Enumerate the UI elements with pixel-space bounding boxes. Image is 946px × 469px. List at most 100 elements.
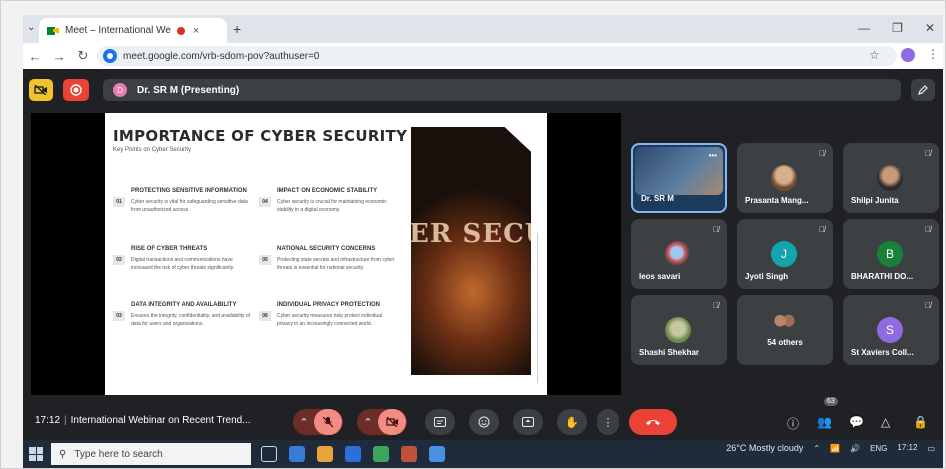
tab-close-button[interactable]: × — [193, 25, 199, 37]
slide-subtitle: Key Points on Cyber Security — [113, 147, 192, 153]
network-icon[interactable]: 📶 — [830, 444, 840, 453]
address-bar[interactable]: meet.google.com/vrb-sdom-pov?authuser=0 — [97, 46, 897, 66]
site-info-icon[interactable] — [103, 49, 117, 63]
tab-search-chevron-icon[interactable]: ⌄ — [27, 22, 35, 33]
presentation-stage: IMPORTANCE OF CYBER SECURITY Key Points … — [31, 113, 621, 395]
back-arrow-icon[interactable]: ← — [23, 49, 47, 64]
mic-off-icon: 🎙̸ — [713, 301, 719, 310]
browser-toolbar: ← → ↻ meet.google.com/vrb-sdom-pov?authu… — [23, 43, 943, 69]
point-number: 03 — [113, 311, 125, 321]
mic-off-icon — [322, 416, 334, 428]
point-title: RISE OF CYBER THREATS — [131, 246, 208, 252]
people-icon[interactable]: 👥 — [817, 415, 832, 429]
participant-name: Shashi Shekhar — [639, 348, 700, 357]
weather-text[interactable]: 26°C Mostly cloudy — [726, 443, 803, 453]
participant-tile[interactable]: 🎙̸ Shashi Shekhar — [631, 295, 727, 365]
raise-hand-button[interactable]: ✋ — [557, 409, 587, 435]
camera-off-icon — [385, 417, 398, 427]
more-vert-icon: ⋮ — [602, 416, 614, 429]
captions-button[interactable] — [425, 409, 455, 435]
mic-off-icon: 🎙̸ — [925, 225, 931, 234]
windows-taskbar: ⚲ Type here to search 26°C Mostly cloudy… — [23, 440, 943, 468]
meeting-details-icon[interactable]: ⓘ — [787, 415, 799, 432]
tab-meet[interactable]: Meet – International Webin × — [39, 18, 227, 43]
word-icon[interactable] — [429, 446, 445, 462]
participant-avatar: B — [877, 241, 903, 267]
notifications-icon[interactable]: ▭ — [927, 444, 935, 453]
chat-icon[interactable]: 💬 — [849, 415, 864, 429]
tray-up-icon[interactable]: ⌃ — [813, 444, 820, 453]
slide-point: 01 PROTECTING SENSITIVE INFORMATION Cybe… — [113, 187, 253, 214]
new-tab-button[interactable]: + — [233, 21, 241, 37]
video-options-chevron-icon[interactable]: ⌃ — [358, 416, 378, 429]
activities-icon[interactable]: △ — [881, 415, 890, 429]
host-controls-icon[interactable]: 🔒 — [913, 415, 928, 429]
store-icon[interactable] — [345, 446, 361, 462]
restore-button[interactable]: ❐ — [892, 21, 903, 35]
slide-point: 06 INDIVIDUAL PRIVACY PROTECTION Cyber s… — [259, 301, 399, 328]
browser-menu-icon[interactable]: ⋮ — [927, 47, 939, 61]
file-explorer-icon[interactable] — [317, 446, 333, 462]
more-options-button[interactable]: ⋮ — [597, 409, 619, 435]
reload-icon[interactable]: ↻ — [71, 48, 95, 64]
participant-tile[interactable]: 🎙̸ B BHARATHI DO... — [843, 219, 939, 289]
participant-tile[interactable]: 🎙̸ leos savari — [631, 219, 727, 289]
camera-off-button[interactable] — [378, 409, 406, 435]
task-view-icon[interactable] — [261, 446, 277, 462]
language-indicator[interactable]: ENG — [870, 444, 887, 453]
app-icon[interactable] — [401, 446, 417, 462]
mic-off-button[interactable] — [314, 409, 342, 435]
chrome-icon[interactable] — [373, 446, 389, 462]
point-title: IMPACT ON ECONOMIC STABILITY — [277, 188, 378, 194]
participant-count-badge: 63 — [824, 397, 838, 406]
windows-start-icon[interactable] — [29, 447, 43, 461]
participant-avatar: J — [771, 241, 797, 267]
camera-control: ⌃ — [357, 409, 407, 435]
url-text[interactable]: meet.google.com/vrb-sdom-pov?authuser=0 — [123, 51, 320, 62]
forward-arrow-icon[interactable]: → — [47, 49, 71, 64]
point-number: 04 — [259, 197, 271, 207]
reactions-button[interactable] — [469, 409, 499, 435]
camera-off-indicator[interactable] — [29, 79, 53, 101]
system-tray: 26°C Mostly cloudy ⌃ 📶 🔊 ENG 17:12 ▭ — [726, 443, 935, 453]
participant-avatar — [771, 165, 797, 191]
close-window-button[interactable]: ✕ — [925, 21, 935, 35]
point-number: 01 — [113, 197, 125, 207]
participant-name: Jyoti Singh — [745, 272, 789, 281]
point-description: Ensures the integrity, confidentiality, … — [131, 313, 251, 327]
participant-tile[interactable]: 🎙̸ Shilpi Junita — [843, 143, 939, 213]
taskbar-clock[interactable]: 17:12 — [897, 443, 917, 453]
recording-button[interactable] — [63, 79, 89, 101]
google-meet-icon — [47, 26, 59, 36]
profile-avatar[interactable] — [901, 48, 915, 62]
end-call-icon — [646, 420, 660, 425]
participant-tile[interactable]: 🎙̸ Prasanta Mang... — [737, 143, 833, 213]
participant-tile[interactable]: 🎙̸ S St Xaviers Coll... — [843, 295, 939, 365]
slide-title: IMPORTANCE OF CYBER SECURITY — [113, 127, 408, 145]
point-description: Cyber security measures help protect ind… — [277, 313, 383, 327]
participant-tile[interactable]: 🎙̸ J Jyoti Singh — [737, 219, 833, 289]
recording-indicator-icon — [177, 26, 185, 35]
meet-top-bar: D Dr. SR M (Presenting) — [23, 77, 943, 103]
annotate-button[interactable] — [911, 79, 935, 101]
bookmark-star-icon[interactable]: ☆ — [869, 48, 880, 62]
volume-icon[interactable]: 🔊 — [850, 444, 860, 453]
minimize-button[interactable]: — — [858, 21, 870, 35]
more-options-icon[interactable]: ••• — [709, 151, 717, 160]
participant-tile-others[interactable]: 54 others — [737, 295, 833, 365]
taskbar-search[interactable]: ⚲ Type here to search — [51, 443, 251, 465]
shared-slide: IMPORTANCE OF CYBER SECURITY Key Points … — [105, 113, 547, 395]
leave-call-button[interactable] — [629, 409, 677, 435]
participant-avatar: S — [877, 317, 903, 343]
participant-tile-self[interactable]: ••• Dr. SR M — [631, 143, 727, 213]
meeting-controls: 17:12 | International Webinar on Recent Tr… — [23, 397, 943, 440]
window-controls: — ❐ ✕ — [858, 21, 935, 35]
image-text: ER SECUI — [411, 219, 531, 249]
present-screen-button[interactable] — [513, 409, 543, 435]
mic-control: ⌃ — [293, 409, 343, 435]
mic-off-icon: 🎙̸ — [925, 149, 931, 158]
mic-off-icon: 🎙̸ — [925, 301, 931, 310]
audio-options-chevron-icon[interactable]: ⌃ — [294, 416, 314, 429]
edge-icon[interactable] — [289, 446, 305, 462]
tab-title: Meet – International Webin — [65, 25, 171, 36]
